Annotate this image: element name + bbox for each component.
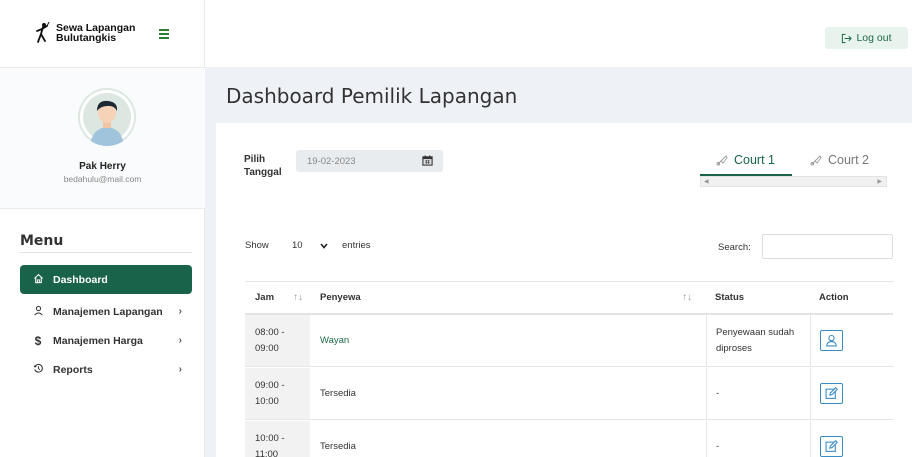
scroll-left-icon[interactable]: ◀ [704,178,709,185]
badminton-player-icon [36,22,50,43]
cell-penyewa[interactable]: Wayan [310,315,706,366]
logout-button[interactable]: Log out [825,27,908,49]
search-input[interactable] [762,234,893,259]
search-label: Search: [718,242,751,253]
brand-line-2: Bulutangkis [56,32,117,44]
header-label: Jam [255,291,275,303]
logout-label: Log out [856,32,892,44]
sidebar-item-label: Manajemen Lapangan [53,305,163,318]
user-icon [826,334,837,347]
entries-label: entries [342,240,371,251]
cell-status: Penyewaan sudah diproses [706,315,810,366]
top-bar [205,0,912,67]
sidebar-item-manajemen-harga[interactable]: $ Manajemen Harga › [20,326,192,355]
tab-label: Court 2 [828,153,869,167]
chevron-right-icon: › [178,364,182,375]
cell-jam: 09:00 - 10:00 [245,368,310,419]
menu-title: Menu [20,233,64,249]
brand-logo[interactable]: Sewa Lapangan Bulutangkis [34,22,135,44]
date-input[interactable]: 19-02-2023 [296,150,443,172]
tab-label: Court 1 [734,153,775,167]
sidebar-item-label: Manajemen Harga [53,334,143,347]
cell-jam: 10:00 - 11:00 [245,421,310,457]
table-row: 08:00 - 09:00 Wayan Penyewaan sudah dipr… [245,315,893,367]
cell-action [810,368,893,419]
date-label: Pilih Tanggal [244,154,282,178]
date-value: 19-02-2023 [307,155,356,167]
tab-court-1[interactable]: Court 1 [716,153,775,167]
cell-status: - [706,368,810,419]
tab-scrollbar[interactable]: ◀ ▶ [700,176,887,187]
user-email: bedahulu@mail.com [63,174,142,184]
column-header-status: Status [706,282,810,313]
cell-action [810,421,893,457]
column-header-action: Action [810,282,893,313]
edit-icon [825,440,838,452]
cell-status: - [706,421,810,457]
sort-icon[interactable]: ↑↓ [682,290,692,306]
brand-name: Sewa Lapangan Bulutangkis [56,23,135,44]
menu-toggle-icon[interactable] [159,29,169,41]
entries-select-value: 10 [292,240,303,251]
table-header-row: Jam ↑↓ Penyewa ↑↓ Status Action [245,281,893,315]
history-icon [31,363,45,377]
dollar-icon: $ [34,333,42,348]
logout-icon [842,33,853,43]
calendar-icon[interactable] [422,155,433,166]
entries-select[interactable]: 10 [281,233,335,258]
page-title: Dashboard Pemilik Lapangan [226,84,518,108]
sidebar-item-label: Dashboard [53,273,108,286]
cell-penyewa: Tersedia [320,387,356,399]
table-row: 10:00 - 11:00 Tersedia - [245,421,893,457]
sidebar-item-dashboard[interactable]: Dashboard [20,265,192,294]
cell-jam: 08:00 - 09:00 [245,315,310,366]
view-renter-button[interactable] [820,330,843,351]
header-label: Penyewa [320,291,361,303]
edit-button[interactable] [820,383,843,404]
user-icon [31,305,45,319]
home-icon [31,273,45,287]
cell-action [810,315,893,366]
divider [20,252,192,253]
chevron-right-icon: › [178,335,182,346]
shuttlecock-icon [810,155,822,166]
header-label: Action [819,291,849,303]
sidebar-item-manajemen-lapangan[interactable]: Manajemen Lapangan › [20,297,192,326]
shuttlecock-icon [716,155,728,166]
sidebar-item-reports[interactable]: Reports › [20,355,192,384]
avatar [78,88,136,146]
column-header-jam[interactable]: Jam ↑↓ [245,282,310,313]
column-header-penyewa[interactable]: Penyewa ↑↓ [310,282,706,313]
divider [0,208,205,209]
tab-court-2[interactable]: Court 2 [810,153,869,167]
sidebar-item-label: Reports [53,363,93,376]
chevron-down-icon [320,241,328,251]
edit-button[interactable] [820,436,843,457]
sort-icon[interactable]: ↑↓ [293,290,303,306]
sidebar: Sewa Lapangan Bulutangkis Pak Herry beda… [0,0,205,457]
header-label: Status [715,291,745,303]
table-row: 09:00 - 10:00 Tersedia - [245,368,893,420]
user-name: Pak Herry [79,161,126,172]
scroll-right-icon[interactable]: ▶ [877,178,882,185]
edit-icon [825,387,838,399]
show-label: Show [245,240,269,251]
chevron-right-icon: › [178,306,182,317]
cell-penyewa: Tersedia [320,440,356,452]
